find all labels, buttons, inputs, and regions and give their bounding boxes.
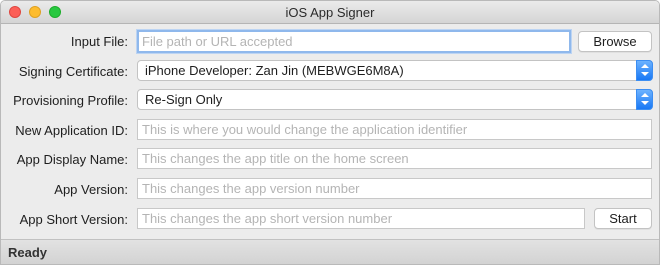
provisioning-profile-label: Provisioning Profile:: [13, 93, 128, 108]
provisioning-profile-select[interactable]: Re-Sign Only: [137, 89, 653, 110]
status-text: Ready: [8, 245, 48, 260]
app-short-version-field[interactable]: [137, 208, 585, 229]
start-button[interactable]: Start: [594, 208, 652, 229]
input-file-label: Input File:: [70, 34, 128, 49]
browse-button[interactable]: Browse: [578, 31, 652, 52]
app-short-version-label: App Short Version:: [19, 212, 128, 227]
app-window: iOS App Signer Input File: Browse Signin…: [0, 0, 660, 265]
new-application-id-label: New Application ID:: [15, 123, 128, 138]
title-bar: iOS App Signer: [1, 1, 659, 24]
app-display-name-label: App Display Name:: [16, 152, 128, 167]
chevron-up-down-icon: [636, 60, 653, 81]
provisioning-profile-value: Re-Sign Only: [145, 92, 223, 107]
app-version-field[interactable]: [137, 178, 652, 199]
window-title: iOS App Signer: [285, 5, 375, 20]
input-file-field[interactable]: [137, 30, 571, 53]
new-application-id-field[interactable]: [137, 119, 652, 140]
signing-certificate-label: Signing Certificate:: [18, 64, 128, 79]
app-version-label: App Version:: [54, 182, 128, 197]
chevron-up-down-icon: [636, 89, 653, 110]
signing-certificate-select[interactable]: iPhone Developer: Zan Jin (MEBWGE6M8A): [137, 60, 653, 81]
signing-certificate-value: iPhone Developer: Zan Jin (MEBWGE6M8A): [145, 63, 404, 78]
status-bar: Ready: [1, 239, 659, 264]
app-display-name-field[interactable]: [137, 148, 652, 169]
